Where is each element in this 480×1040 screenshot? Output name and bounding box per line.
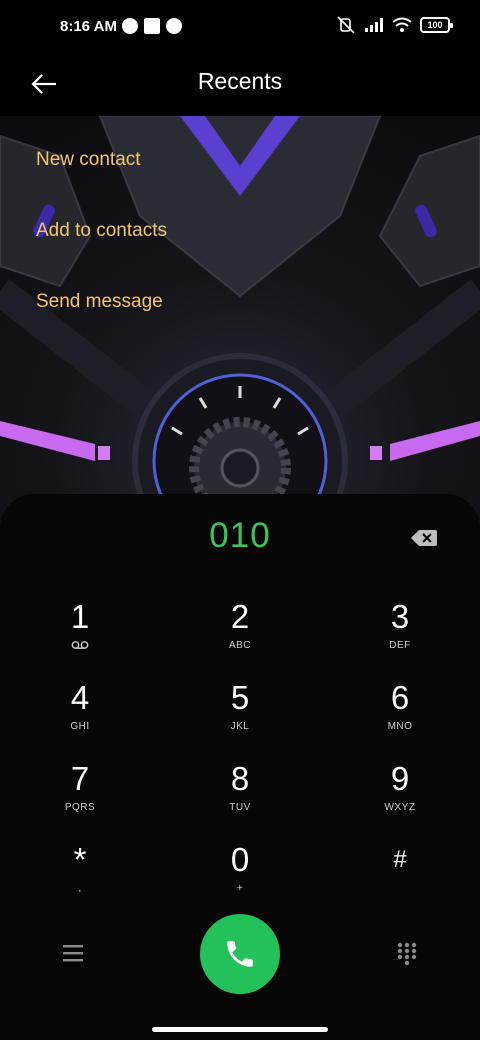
call-button[interactable] — [200, 914, 280, 994]
key-4[interactable]: 4 GHI — [0, 679, 160, 760]
key-letters: GHI — [70, 721, 90, 732]
key-letters: WXYZ — [384, 802, 416, 813]
dialpad-sheet: 010 1 2 ABC 3 DEF 4 GHI 5 JKL 6 MNO 7 PQ… — [0, 494, 480, 1040]
backspace-icon[interactable] — [410, 528, 438, 548]
key-row: 4 GHI 5 JKL 6 MNO — [0, 679, 480, 760]
key-letters: , — [78, 883, 82, 894]
dialpad-keys: 1 2 ABC 3 DEF 4 GHI 5 JKL 6 MNO 7 PQRS 8… — [0, 598, 480, 922]
key-1[interactable]: 1 — [0, 598, 160, 679]
menu-icon[interactable] — [62, 944, 84, 962]
page-title: Recents — [197, 68, 283, 94]
key-letters: MNO — [387, 721, 413, 732]
notification-icon — [122, 18, 138, 34]
key-letters: TUV — [229, 802, 251, 813]
dialer-actions — [0, 914, 480, 994]
key-letters: + — [236, 883, 244, 894]
phone-icon — [227, 941, 253, 967]
key-digit: 7 — [70, 760, 90, 797]
key-7[interactable]: 7 PQRS — [0, 760, 160, 841]
key-3[interactable]: 3 DEF — [320, 598, 480, 679]
key-row: * , 0 + # — [0, 841, 480, 922]
key-digit: 3 — [390, 598, 410, 635]
status-bar: 8:16 AM 100 — [0, 0, 480, 56]
key-digit: # — [393, 846, 407, 873]
key-row: 1 2 ABC 3 DEF — [0, 598, 480, 679]
key-digit: 8 — [230, 760, 250, 797]
key-2[interactable]: 2 ABC — [160, 598, 320, 679]
key-6[interactable]: 6 MNO — [320, 679, 480, 760]
status-time: 8:16 AM — [60, 18, 117, 35]
key-digit: 5 — [230, 679, 250, 716]
silent-vibrate-icon — [337, 16, 355, 34]
key-9[interactable]: 9 WXYZ — [320, 760, 480, 841]
signal-icon — [365, 18, 383, 32]
key-digit: 6 — [390, 679, 410, 716]
voicemail-icon — [71, 641, 89, 649]
key-row: 7 PQRS 8 TUV 9 WXYZ — [0, 760, 480, 841]
wifi-icon — [392, 17, 412, 32]
key-star[interactable]: * , — [0, 841, 160, 922]
key-digit: 2 — [230, 598, 250, 635]
dialed-number[interactable]: 010 — [0, 516, 480, 556]
key-letters: ABC — [228, 640, 252, 651]
menu-item-new-contact[interactable]: New contact — [36, 132, 167, 203]
notification-icon — [166, 18, 182, 34]
key-letters: JKL — [230, 721, 250, 732]
key-letters: DEF — [389, 640, 411, 651]
key-digit: 1 — [70, 598, 90, 635]
key-digit: 4 — [70, 679, 90, 716]
status-indicators: 100 — [336, 16, 453, 34]
notification-icon — [144, 18, 160, 34]
key-5[interactable]: 5 JKL — [160, 679, 320, 760]
key-0[interactable]: 0 + — [160, 841, 320, 922]
menu-item-add-to-contacts[interactable]: Add to contacts — [36, 203, 167, 274]
home-indicator[interactable] — [152, 1027, 328, 1032]
overflow-menu: New contact Add to contacts Send message — [36, 132, 167, 345]
key-8[interactable]: 8 TUV — [160, 760, 320, 841]
header: Recents — [0, 56, 480, 116]
key-letters: PQRS — [64, 802, 96, 813]
battery-indicator: 100 — [420, 17, 453, 33]
key-digit: * — [73, 841, 87, 878]
keypad-icon[interactable] — [396, 942, 418, 966]
key-digit: 9 — [390, 760, 410, 797]
menu-item-send-message[interactable]: Send message — [36, 274, 167, 345]
key-digit: 0 — [230, 841, 250, 878]
key-hash[interactable]: # — [320, 841, 480, 922]
notification-icons — [122, 18, 182, 34]
